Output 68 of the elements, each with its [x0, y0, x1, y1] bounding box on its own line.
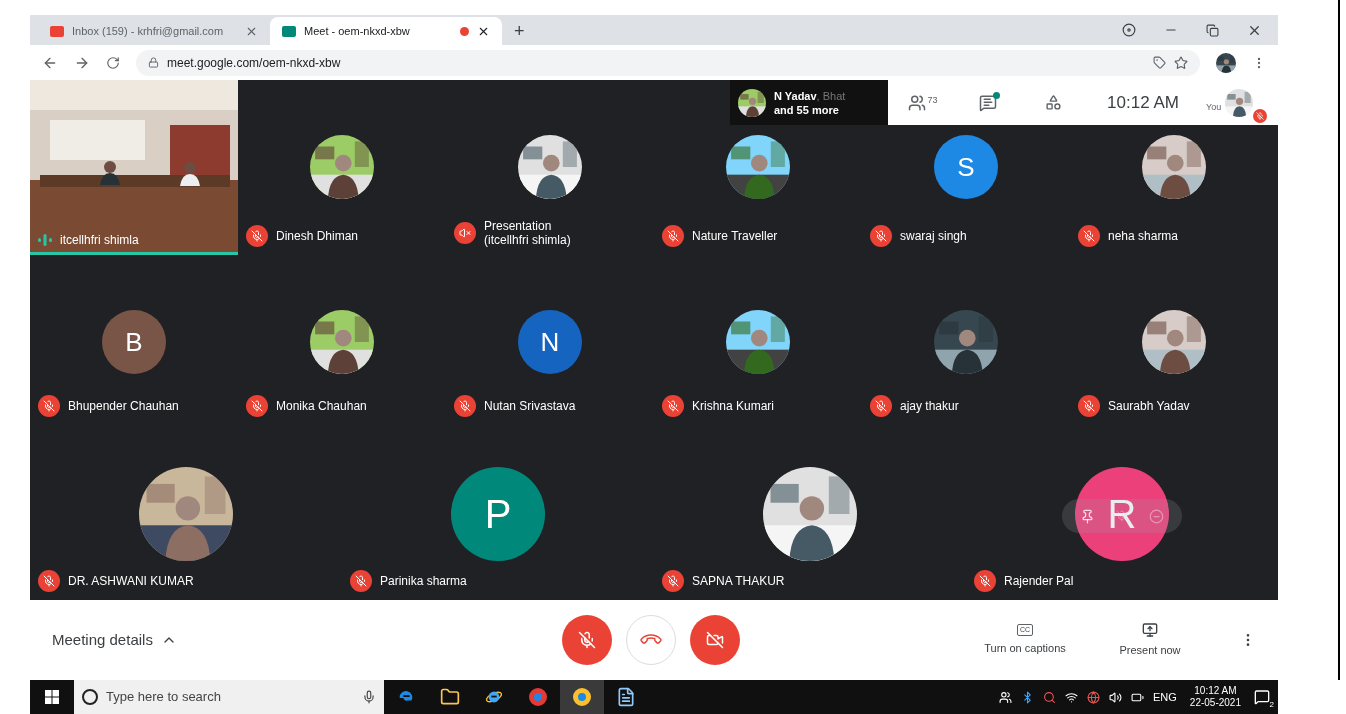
participant-name: Dinesh Dhiman — [276, 229, 359, 243]
meeting-time: 10:12 AM — [1106, 91, 1180, 114]
participant-name: neha sharma — [1108, 229, 1179, 243]
recording-icon — [460, 26, 469, 36]
present-icon — [1142, 621, 1158, 638]
document-icon[interactable] — [616, 687, 636, 707]
address-bar[interactable]: meet.google.com/oem-nkxd-xbw — [136, 49, 1200, 76]
participant-name: Rajender Pal — [1004, 574, 1074, 588]
participant-name: Bhupender Chauhan — [68, 399, 179, 413]
shapes-icon — [1044, 94, 1062, 111]
browser-tab[interactable]: Meet - oem-nkxd-xbw — [270, 17, 502, 45]
wifi-icon[interactable] — [1065, 690, 1078, 704]
tab-title: Inbox (159) - krhfri@gmail.com — [72, 23, 225, 39]
avatar-letter: S — [934, 135, 998, 199]
tab-title: Meet - oem-nkxd-xbw — [304, 23, 411, 39]
participant-name: Parinika sharma — [380, 574, 467, 588]
url-text: meet.google.com/oem-nkxd-xbw — [167, 54, 341, 72]
tag-icon[interactable] — [1153, 56, 1166, 69]
globe-icon[interactable] — [1087, 690, 1100, 704]
preview-names: N Yadav, Bhat — [774, 88, 846, 103]
windows-icon — [45, 690, 59, 704]
taskbar-search[interactable]: Type here to search — [74, 680, 384, 714]
participant-name: DR. ASHWANI KUMAR — [68, 574, 194, 588]
participants-preview[interactable]: N Yadav, Bhat and 55 more — [730, 80, 888, 125]
avatar-letter: N — [518, 310, 582, 374]
mute-button[interactable] — [1116, 510, 1128, 522]
pin-button[interactable] — [1080, 508, 1096, 524]
camera-button[interactable] — [690, 615, 740, 665]
volume-icon[interactable] — [1109, 690, 1122, 704]
chrome-icon[interactable] — [560, 680, 604, 714]
people-icon — [908, 93, 927, 112]
search-input[interactable]: Type here to search — [106, 687, 354, 707]
language-indicator[interactable]: ENG — [1153, 688, 1177, 706]
participant-name: SAPNA THAKUR — [692, 574, 785, 588]
present-button[interactable]: Present now — [1100, 621, 1200, 659]
participant-name: ajay thakur — [900, 399, 959, 413]
meeting-details-button[interactable]: Meeting details — [52, 628, 562, 652]
participant-name: Monika Chauhan — [276, 399, 367, 413]
browser-tab[interactable]: Inbox (159) - krhfri@gmail.com — [38, 17, 270, 45]
new-tab-button[interactable]: + — [502, 17, 537, 45]
bluetooth-icon[interactable] — [1021, 690, 1034, 704]
restore-icon[interactable] — [1206, 23, 1219, 37]
people-icon[interactable] — [999, 690, 1012, 704]
media-icon[interactable] — [1122, 23, 1136, 37]
self-label: You — [1206, 101, 1222, 114]
avatar-letter: B — [102, 310, 166, 374]
participant-name: Saurabh Yadav — [1108, 399, 1190, 413]
clock[interactable]: 10:12 AM 22-05-2021 — [1185, 685, 1245, 709]
participant-name: Presentation (itcellhfri shimla) — [484, 219, 571, 247]
mic-off-icon — [578, 631, 596, 649]
avatar-letter: P — [451, 467, 545, 561]
hang-up-button[interactable] — [626, 615, 676, 665]
participant-name: swaraj singh — [900, 229, 967, 243]
microphone-button[interactable] — [562, 615, 612, 665]
avatar-letter: R — [1075, 467, 1169, 561]
participant-name: Nature Traveller — [692, 229, 778, 243]
participant-name: Nutan Srivastava — [484, 399, 576, 413]
participant-name: Krishna Kumari — [692, 399, 775, 413]
bookmark-icon[interactable] — [1174, 55, 1188, 70]
reload-icon[interactable] — [106, 55, 120, 70]
participant-name: itcellhfri shimla — [60, 233, 139, 247]
people-button[interactable]: 73 — [888, 93, 958, 112]
lock-icon — [148, 57, 159, 68]
chat-icon — [979, 93, 997, 112]
camera-off-icon — [706, 631, 724, 649]
preview-more: and 55 more — [774, 102, 840, 117]
mic-icon[interactable] — [362, 690, 376, 704]
folder-icon[interactable] — [440, 687, 460, 707]
